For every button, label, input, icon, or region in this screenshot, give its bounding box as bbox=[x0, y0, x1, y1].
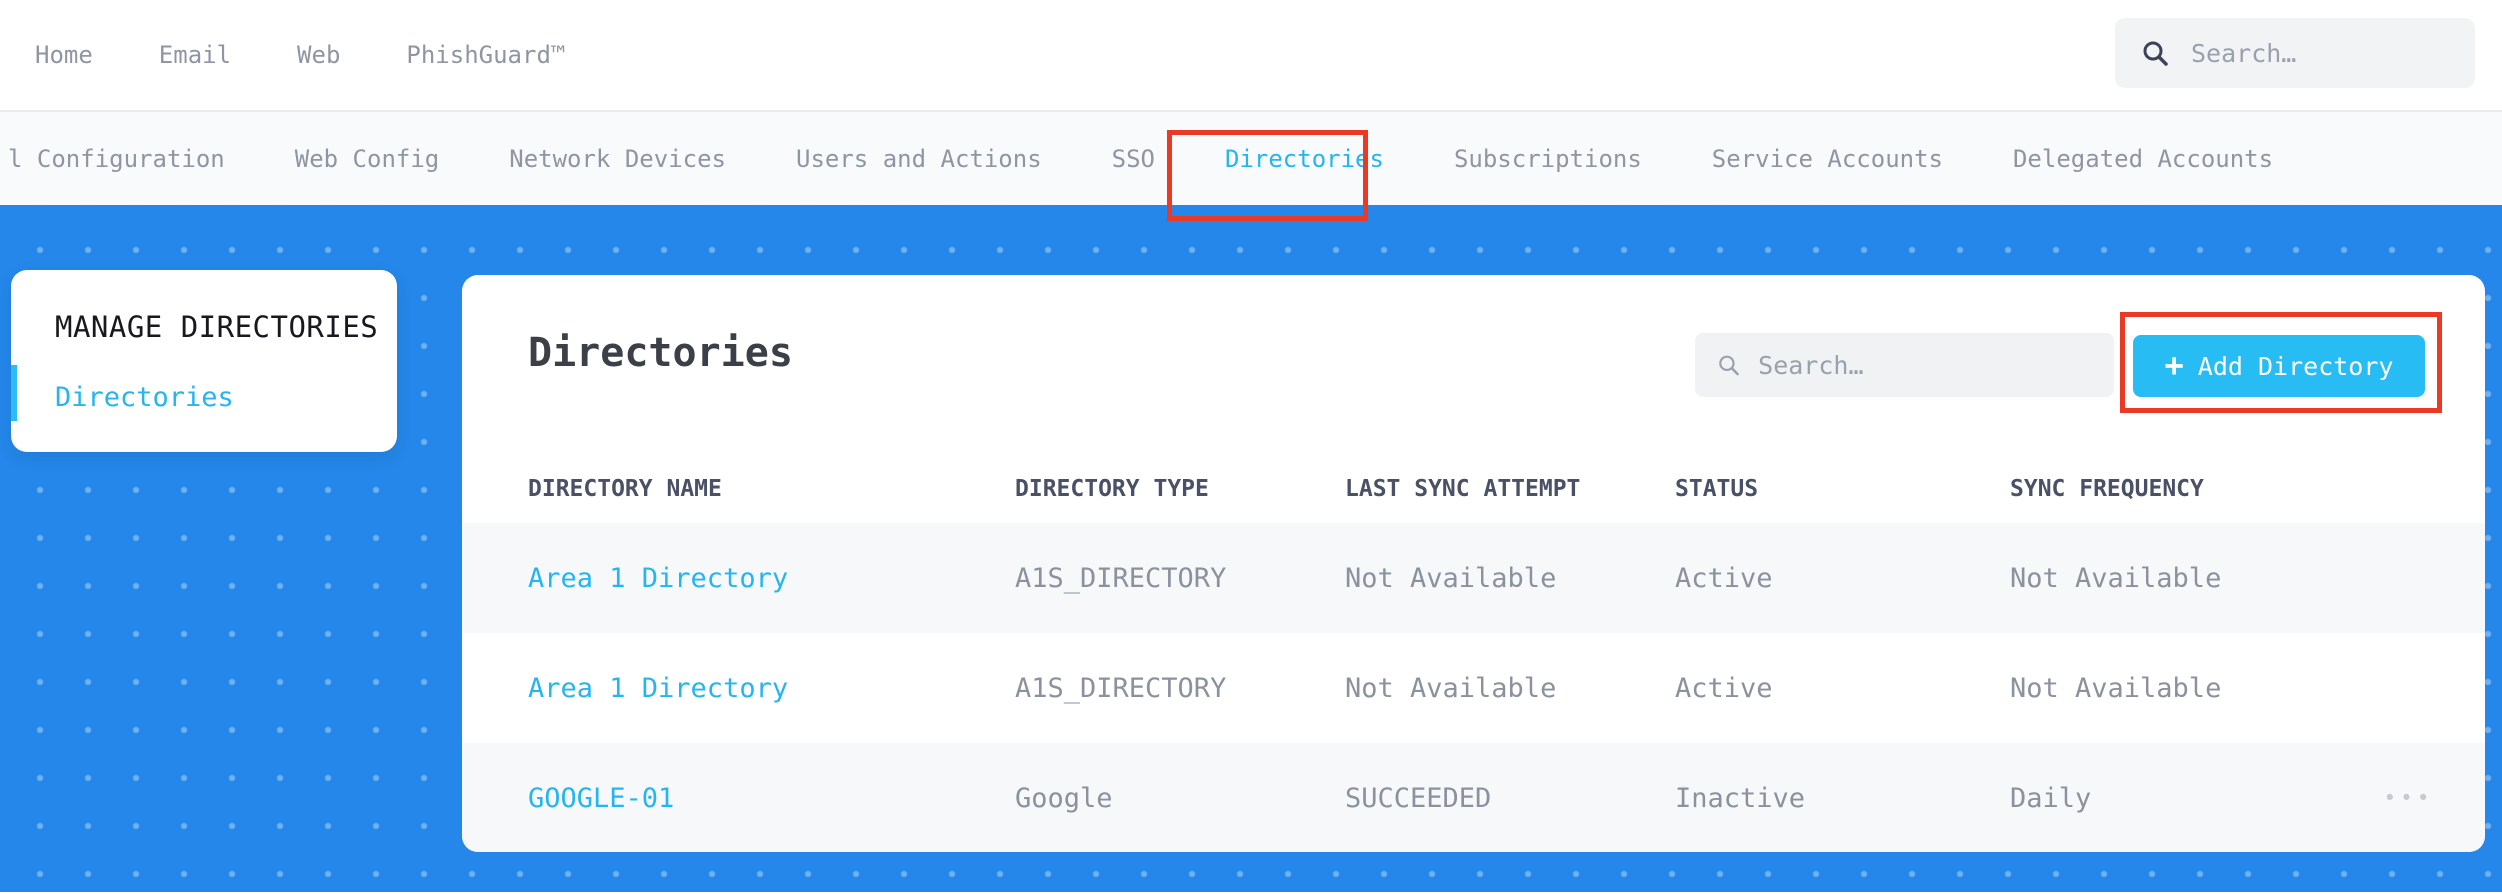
last-sync-attempt-cell: Not Available bbox=[1345, 672, 1557, 704]
search-icon bbox=[2143, 41, 2168, 66]
sidebar-item-directories[interactable]: Directories bbox=[55, 382, 397, 413]
status-cell: Active bbox=[1675, 562, 1773, 594]
tab-network-devices[interactable]: Network Devices bbox=[509, 112, 726, 205]
global-search-box[interactable] bbox=[2115, 18, 2475, 88]
content-background: MANAGE DIRECTORIES Directories Directori… bbox=[0, 205, 2502, 892]
table-header-row: DIRECTORY NAME DIRECTORY TYPE LAST SYNC AT… bbox=[462, 455, 2485, 523]
column-header: DIRECTORY TYPE bbox=[1015, 476, 1209, 502]
sync-frequency-cell: Daily bbox=[2010, 782, 2092, 814]
add-directory-label: Add Directory bbox=[2197, 351, 2394, 381]
top-nav-item-web[interactable]: Web bbox=[297, 41, 340, 69]
last-sync-attempt-cell: SUCCEEDED bbox=[1345, 782, 1492, 814]
tab-subscriptions[interactable]: Subscriptions bbox=[1454, 112, 1642, 205]
table-row[interactable]: GOOGLE-01 Google SUCCEEDED Inactive Dail… bbox=[462, 743, 2485, 852]
column-header: SYNC FREQUENCY bbox=[2010, 476, 2204, 502]
tab-sso[interactable]: SSO bbox=[1112, 112, 1155, 205]
directories-panel: Directories + Add Directory DIRECTORY NA… bbox=[462, 275, 2485, 852]
sidebar-title: MANAGE DIRECTORIES bbox=[55, 310, 379, 344]
column-header: STATUS bbox=[1675, 476, 1759, 502]
sidebar-items: Directories bbox=[55, 382, 397, 413]
sync-frequency-cell: Not Available bbox=[2010, 562, 2222, 594]
tab-delegated-accounts[interactable]: Delegated Accounts bbox=[2013, 112, 2273, 205]
directory-type-cell: A1S_DIRECTORY bbox=[1015, 672, 1227, 704]
top-nav-bar: Home Email Web PhishGuard™ bbox=[0, 0, 2502, 112]
status-cell: Active bbox=[1675, 672, 1773, 704]
directory-type-cell: A1S_DIRECTORY bbox=[1015, 562, 1227, 594]
row-menu-ellipsis-icon[interactable]: ••• bbox=[2384, 786, 2434, 810]
search-icon bbox=[1719, 355, 1739, 376]
table-row[interactable]: Area 1 Directory A1S_DIRECTORY Not Avail… bbox=[462, 523, 2485, 633]
plus-icon: + bbox=[2164, 345, 2184, 384]
tab-service-accounts[interactable]: Service Accounts bbox=[1712, 112, 1943, 205]
top-nav-item-phishguard[interactable]: PhishGuard™ bbox=[406, 41, 565, 69]
active-item-indicator bbox=[11, 365, 17, 421]
directories-table-body: Area 1 Directory A1S_DIRECTORY Not Avail… bbox=[462, 523, 2485, 852]
directories-search-box[interactable] bbox=[1695, 333, 2114, 397]
sync-frequency-cell: Not Available bbox=[2010, 672, 2222, 704]
top-nav-item-email[interactable]: Email bbox=[159, 41, 231, 69]
column-header: DIRECTORY NAME bbox=[528, 476, 722, 502]
directory-name-link[interactable]: Area 1 Directory bbox=[462, 673, 1015, 704]
tab-users-and-actions[interactable]: Users and Actions bbox=[796, 112, 1042, 205]
top-nav-item-home[interactable]: Home bbox=[35, 41, 93, 69]
global-search-input[interactable] bbox=[2191, 38, 2449, 68]
directories-search-input[interactable] bbox=[1758, 350, 2092, 380]
app-screen: Home Email Web PhishGuard™ l Configuration W… bbox=[0, 0, 2502, 894]
last-sync-attempt-cell: Not Available bbox=[1345, 562, 1557, 594]
top-nav: Home Email Web PhishGuard™ bbox=[0, 41, 565, 69]
tab-l-configuration[interactable]: l Configuration bbox=[8, 112, 225, 205]
table-row[interactable]: Area 1 Directory A1S_DIRECTORY Not Avail… bbox=[462, 633, 2485, 743]
add-directory-button[interactable]: + Add Directory bbox=[2133, 335, 2425, 397]
tab-web-config[interactable]: Web Config bbox=[295, 112, 440, 205]
tab-directories[interactable]: Directories bbox=[1225, 112, 1384, 205]
column-header: LAST SYNC ATTEMPT bbox=[1345, 476, 1581, 502]
directory-type-cell: Google bbox=[1015, 782, 1113, 814]
directory-name-link[interactable]: Area 1 Directory bbox=[462, 563, 1015, 594]
manage-directories-card: MANAGE DIRECTORIES Directories bbox=[11, 270, 397, 452]
directory-name-link[interactable]: GOOGLE-01 bbox=[462, 783, 1015, 814]
status-cell: Inactive bbox=[1675, 782, 1806, 814]
settings-tab-bar: l Configuration Web Config Network Devices… bbox=[0, 112, 2502, 205]
